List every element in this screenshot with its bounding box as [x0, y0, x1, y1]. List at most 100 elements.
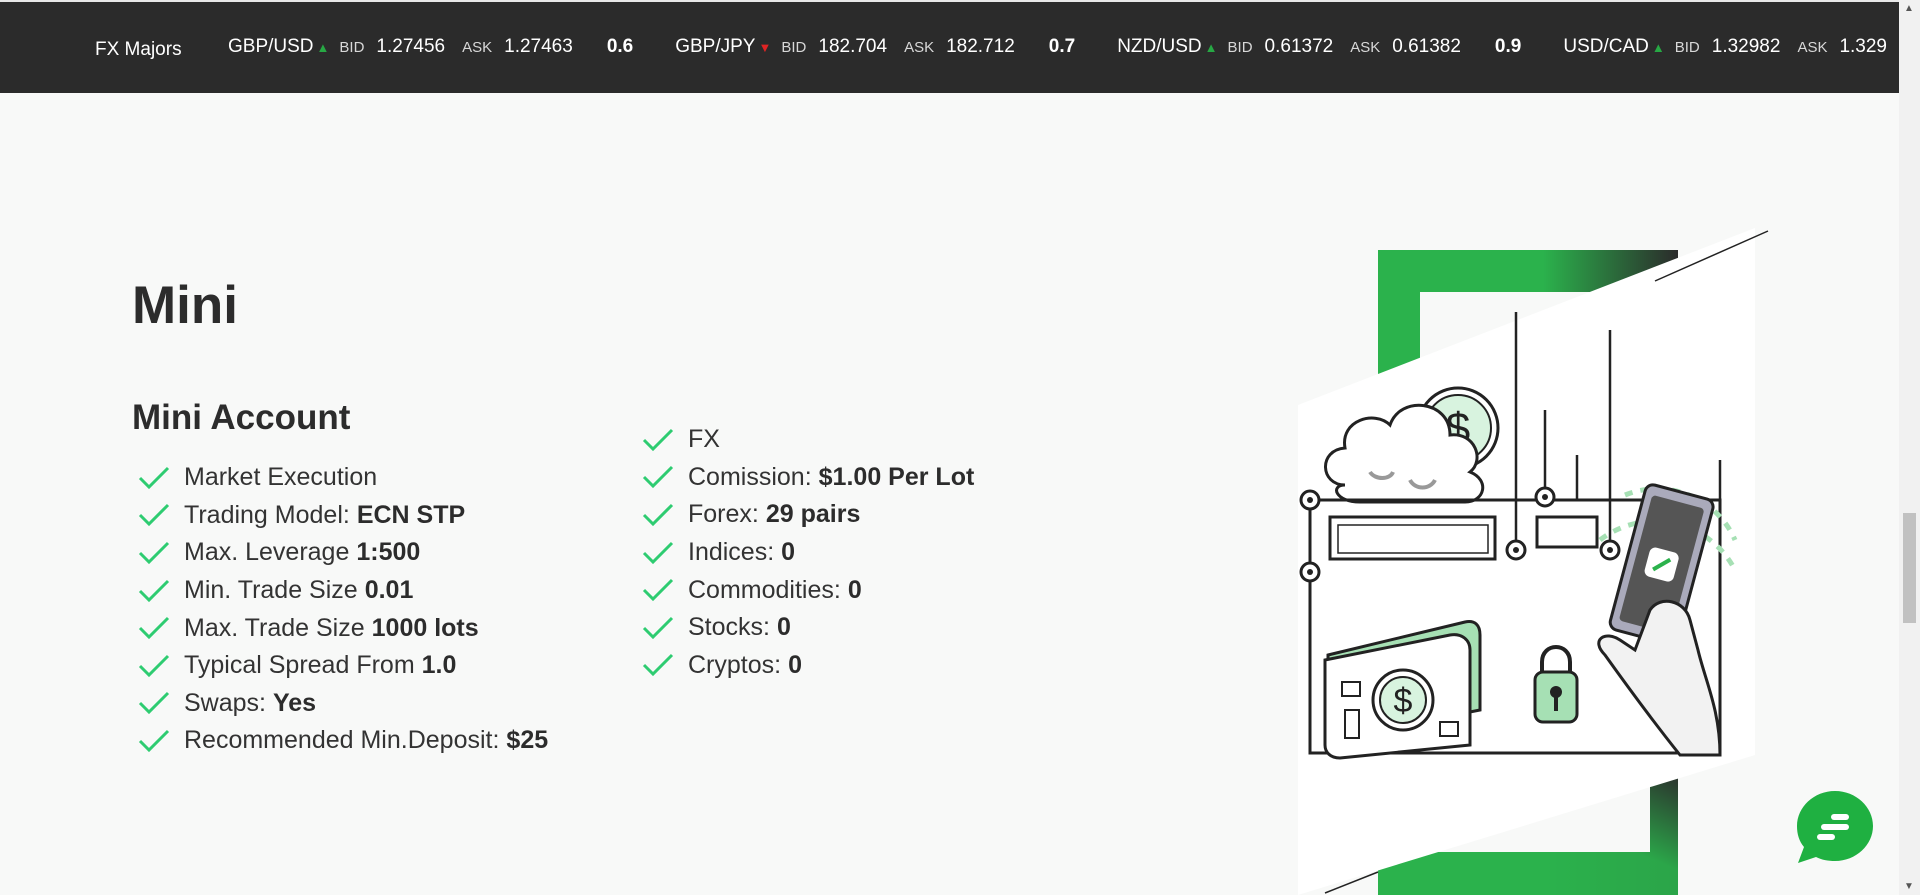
feature-value: 1000 lots	[371, 613, 479, 642]
wallet-phone-illustration: $ $	[1298, 228, 1769, 895]
ticker-pair: USD/CAD	[1563, 36, 1649, 57]
feature-item: Max. Leverage 1:500	[138, 534, 548, 572]
feature-label: Min. Trade Size	[184, 576, 358, 605]
ticker-pair: NZD/USD	[1117, 36, 1202, 57]
ask-label: ASK	[462, 38, 493, 56]
ticker-item[interactable]: USD/CAD ▲ BID 1.32982 ASK 1.329	[1563, 36, 1899, 58]
feature-value: $1.00 Per Lot	[818, 462, 975, 491]
feature-value: Yes	[272, 688, 317, 717]
feature-item: Min. Trade Size 0.01	[138, 572, 548, 610]
feature-item: Indices: 0	[642, 534, 974, 572]
arrow-up-icon: ▲	[1651, 39, 1665, 55]
spread-value: 0.7	[1048, 36, 1076, 57]
feature-value: 0	[776, 613, 791, 642]
feature-item: Stocks: 0	[642, 609, 974, 647]
check-icon	[642, 579, 674, 602]
ask-value: 1.27463	[504, 36, 573, 57]
scroll-down-icon[interactable]: ▼	[1904, 881, 1914, 892]
account-features-left: Market Execution Trading Model: ECN STP …	[138, 459, 548, 760]
feature-label: Stocks:	[688, 613, 770, 642]
check-icon	[642, 503, 674, 527]
feature-item: Typical Spread From 1.0	[138, 647, 548, 685]
feature-value: 1.0	[421, 651, 457, 680]
feature-label: Cryptos:	[688, 650, 782, 679]
feature-label: Trading Model:	[184, 500, 350, 529]
check-icon	[138, 654, 170, 677]
bid-label: BID	[1674, 38, 1700, 56]
feature-item: Cryptos: 0	[642, 647, 974, 685]
feature-label: Recommended Min.Deposit:	[184, 726, 500, 755]
check-icon	[642, 466, 674, 489]
ticker-item[interactable]: GBP/USD ▲ BID 1.27456 ASK 1.27463 0.6	[228, 36, 633, 58]
check-icon	[138, 617, 170, 640]
feature-item: Market Execution	[138, 459, 548, 497]
ticker-items: GBP/USD ▲ BID 1.27456 ASK 1.27463 0.6 GB…	[228, 36, 1899, 58]
feature-label: Typical Spread From	[184, 651, 415, 680]
feature-item: Trading Model: ECN STP	[138, 497, 548, 535]
feature-value: 0	[781, 538, 796, 567]
feature-value: 29 pairs	[765, 500, 861, 529]
spread-value: 0.9	[1494, 36, 1522, 57]
feature-item: Swaps: Yes	[138, 685, 548, 723]
svg-text:$: $	[1394, 682, 1413, 720]
ask-value: 182.712	[946, 36, 1015, 57]
scroll-up-icon[interactable]: ▲	[1904, 3, 1914, 14]
feature-label: FX	[688, 425, 720, 454]
ticker-item[interactable]: GBP/JPY ▼ BID 182.704 ASK 182.712 0.7	[675, 36, 1075, 58]
feature-item: FX	[642, 421, 974, 459]
feature-item: Commodities: 0	[642, 571, 974, 609]
feature-value: ECN STP	[356, 500, 466, 529]
feature-value: 1:500	[356, 538, 421, 567]
arrow-up-icon: ▲	[1204, 39, 1218, 55]
bid-value: 0.61372	[1264, 36, 1334, 57]
page-title: Mini	[132, 276, 238, 335]
feature-value: 0	[847, 575, 862, 604]
check-icon	[642, 428, 674, 451]
feature-label: Indices:	[688, 538, 775, 567]
bid-label: BID	[339, 38, 365, 56]
check-icon	[138, 729, 170, 753]
feature-label: Swaps:	[184, 688, 266, 717]
account-features-right: FX Comission: $1.00 Per Lot Forex: 29 pa…	[642, 421, 974, 684]
page-scrollbar[interactable]: ▲ ▼	[1899, 0, 1920, 895]
ask-value: 0.61382	[1392, 36, 1461, 57]
arrow-down-icon: ▼	[758, 39, 772, 55]
feature-value: 0.01	[364, 576, 414, 605]
ask-label: ASK	[904, 38, 935, 56]
ticker-pair: GBP/JPY	[675, 36, 756, 57]
check-icon	[642, 541, 674, 564]
check-icon	[642, 654, 674, 677]
check-icon	[138, 692, 170, 715]
bid-value: 182.704	[818, 36, 888, 57]
check-icon	[138, 541, 170, 565]
ask-value: 1.329	[1839, 36, 1887, 57]
ticker-title[interactable]: FX Majors	[95, 39, 182, 61]
ticker-item[interactable]: NZD/USD ▲ BID 0.61372 ASK 0.61382 0.9	[1117, 36, 1521, 58]
feature-label: Max. Trade Size	[184, 613, 365, 642]
check-icon	[138, 579, 170, 602]
feature-item: Comission: $1.00 Per Lot	[642, 459, 974, 497]
feature-value: $25	[506, 726, 549, 755]
chat-icon[interactable]	[1795, 789, 1875, 865]
feature-label: Forex:	[688, 500, 759, 529]
feature-label: Comission:	[688, 462, 812, 491]
ask-label: ASK	[1797, 38, 1828, 56]
bid-label: BID	[781, 38, 807, 56]
spread-value: 0.6	[606, 36, 634, 57]
scrollbar-thumb[interactable]	[1903, 513, 1916, 623]
feature-item: Forex: 29 pairs	[642, 496, 974, 534]
feature-label: Commodities:	[688, 575, 841, 604]
ask-label: ASK	[1350, 38, 1381, 56]
section-title: Mini Account	[132, 398, 351, 437]
ticker-pair: GBP/USD	[228, 36, 314, 57]
bid-value: 1.32982	[1711, 36, 1781, 57]
fx-ticker-bar: FX Majors GBP/USD ▲ BID 1.27456 ASK 1.27…	[0, 0, 1899, 93]
check-icon	[138, 504, 170, 527]
check-icon	[138, 466, 170, 489]
feature-item: Max. Trade Size 1000 lots	[138, 609, 548, 647]
bid-value: 1.27456	[376, 36, 446, 57]
bid-label: BID	[1227, 38, 1253, 56]
arrow-up-icon: ▲	[316, 39, 330, 55]
feature-value: 0	[788, 650, 802, 679]
feature-item: Recommended Min.Deposit: $25	[138, 722, 548, 760]
